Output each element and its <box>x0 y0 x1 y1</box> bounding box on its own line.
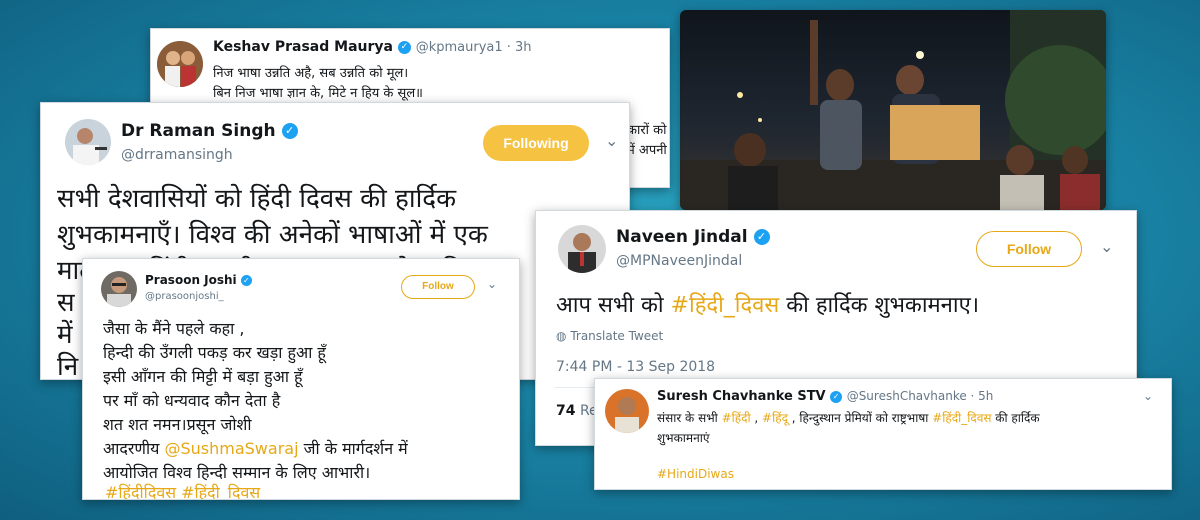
verified-icon: ✓ <box>397 40 411 54</box>
tweet-card-suresh[interactable]: Suresh Chavhanke STV ✓ @SureshChavhanke … <box>594 378 1172 490</box>
tweet-card-prasoon[interactable]: Prasoon Joshi ✓ @prasoonjoshi_ Follow ⌄ … <box>82 258 520 500</box>
mention-link[interactable]: @SushmaSwaraj <box>164 439 298 458</box>
tweet-line: बिन निज भाषा ज्ञान के, मिटे न हिय के सूल… <box>213 86 423 101</box>
tweet-line: आदरणीय @SushmaSwaraj जी के मार्गदर्शन मे… <box>103 437 408 459</box>
hashtag-link[interactable]: #हिंदी <box>722 411 751 425</box>
avatar[interactable] <box>65 119 111 165</box>
verified-icon: ✓ <box>281 123 298 139</box>
avatar-image <box>101 271 137 307</box>
following-button[interactable]: Following <box>483 125 589 161</box>
tweet-line: हिन्दी की उँगली पकड़ कर खड़ा हुआ हूँ <box>103 343 326 362</box>
tweet-line: शुभकामनाएँ। विश्व की अनेकों भाषाओं में ए… <box>57 220 488 250</box>
tweet-line: जैसा के मैंने पहले कहा , <box>103 319 245 338</box>
avatar-image <box>65 119 111 165</box>
tweet-text-segment: , हिन्दुस्थान प्रेमियों को राष्ट्रभाषा <box>787 411 933 425</box>
chevron-down-icon[interactable]: ⌄ <box>1100 237 1113 256</box>
author-name-text[interactable]: Naveen Jindal <box>616 227 748 247</box>
avatar[interactable] <box>605 389 649 433</box>
tweet-line: पर माँ को धन्यवाद कौन देता है <box>103 391 281 410</box>
protest-photo <box>680 10 1106 210</box>
tweet-line: नि <box>57 352 79 380</box>
tweet-line: शत शत नमन।प्रसून जोशी <box>103 415 252 434</box>
avatar[interactable] <box>558 225 606 273</box>
chevron-down-icon[interactable]: ⌄ <box>605 131 618 150</box>
chevron-down-icon[interactable]: ⌄ <box>487 277 497 291</box>
author-handle[interactable]: @SureshChavhanke · 5h <box>847 389 994 403</box>
author-name[interactable]: Dr Raman Singh ✓ <box>121 121 298 141</box>
author-handle[interactable]: @drramansingh <box>121 147 233 163</box>
tweet-text: आप सभी को #हिंदी_दिवस की हार्दिक शुभकामन… <box>556 289 979 319</box>
tweet-line: में <box>57 320 73 350</box>
hashtag-link[interactable]: #हिंदी_दिवस <box>671 293 780 318</box>
tweet-line: शुभकामनाएं <box>657 431 710 445</box>
mention-prefix: आदरणीय <box>103 439 165 458</box>
tweet-line: इसी आँगन की मिट्टी में बड़ा हुआ हूँ <box>103 367 303 386</box>
author-name-text[interactable]: Dr Raman Singh <box>121 121 276 141</box>
avatar[interactable] <box>101 271 137 307</box>
translate-label[interactable]: Translate Tweet <box>570 329 663 343</box>
author-name-text[interactable]: Suresh Chavhanke STV <box>657 389 826 404</box>
author-name[interactable]: Keshav Prasad Maurya ✓ @kpmaurya1 · 3h <box>213 39 532 55</box>
follow-button[interactable]: Follow <box>976 231 1082 267</box>
tweet-text-segment: , <box>750 411 763 425</box>
protest-photo-scene <box>680 10 1106 210</box>
avatar[interactable] <box>157 41 203 87</box>
avatar-image <box>157 41 203 87</box>
avatar-image <box>605 389 649 433</box>
author-handle[interactable]: @kpmaurya1 · 3h <box>416 40 532 55</box>
chevron-down-icon[interactable]: ⌄ <box>1143 389 1153 403</box>
hashtag-link[interactable]: #हिंदू <box>762 411 788 425</box>
tweet-text-segment: संसार के सभी <box>657 411 722 425</box>
retweets-count: 74 <box>556 403 576 419</box>
hashtag-links[interactable]: #हिंदीदिवस #हिंदी_दिवस <box>105 481 260 499</box>
verified-icon: ✓ <box>753 229 770 245</box>
tweet-line: संसार के सभी #हिंदी , #हिंदू , हिन्दुस्थ… <box>657 409 1040 426</box>
tweet-text-pre: आप सभी को <box>556 293 671 318</box>
avatar-image <box>558 225 606 273</box>
tweet-line: आयोजित विश्व हिन्दी सम्मान के लिए आभारी। <box>103 463 371 482</box>
author-name[interactable]: Naveen Jindal ✓ <box>616 227 770 247</box>
tweet-line: निज भाषा उन्नति अहै, सब उन्नति को मूल। <box>213 66 409 81</box>
hashtag-link[interactable]: #HindiDiwas <box>657 467 734 481</box>
mention-suffix: जी के मार्गदर्शन में <box>298 439 408 458</box>
author-name[interactable]: Prasoon Joshi ✓ <box>145 273 252 287</box>
tweet-line-partial: कारों को <box>627 123 667 138</box>
globe-icon: ◍ <box>556 329 567 343</box>
follow-button[interactable]: Follow <box>401 275 475 299</box>
verified-icon: ✓ <box>830 390 843 403</box>
author-handle[interactable]: @MPNaveenJindal <box>616 253 742 269</box>
author-name-text[interactable]: Prasoon Joshi <box>145 273 237 287</box>
hashtag-link[interactable]: #हिंदी_दिवस <box>932 411 991 425</box>
tweet-line-partial: में अपनी <box>627 143 667 158</box>
tweet-text-post: की हार्दिक शुभकामनाए। <box>779 293 980 318</box>
tweet-text-segment: की हार्दिक <box>991 411 1040 425</box>
author-handle[interactable]: @prasoonjoshi_ <box>145 291 224 302</box>
tweet-line: सभी देशवासियों को हिंदी दिवस की हार्दिक <box>57 184 457 214</box>
translate-tweet-link[interactable]: ◍ Translate Tweet <box>556 329 663 343</box>
verified-icon: ✓ <box>240 275 252 286</box>
author-name-text[interactable]: Keshav Prasad Maurya <box>213 39 393 55</box>
tweet-line: स <box>57 288 75 318</box>
author-name[interactable]: Suresh Chavhanke STV ✓ @SureshChavhanke … <box>657 389 993 404</box>
tweet-timestamp[interactable]: 7:44 PM - 13 Sep 2018 <box>556 359 715 375</box>
